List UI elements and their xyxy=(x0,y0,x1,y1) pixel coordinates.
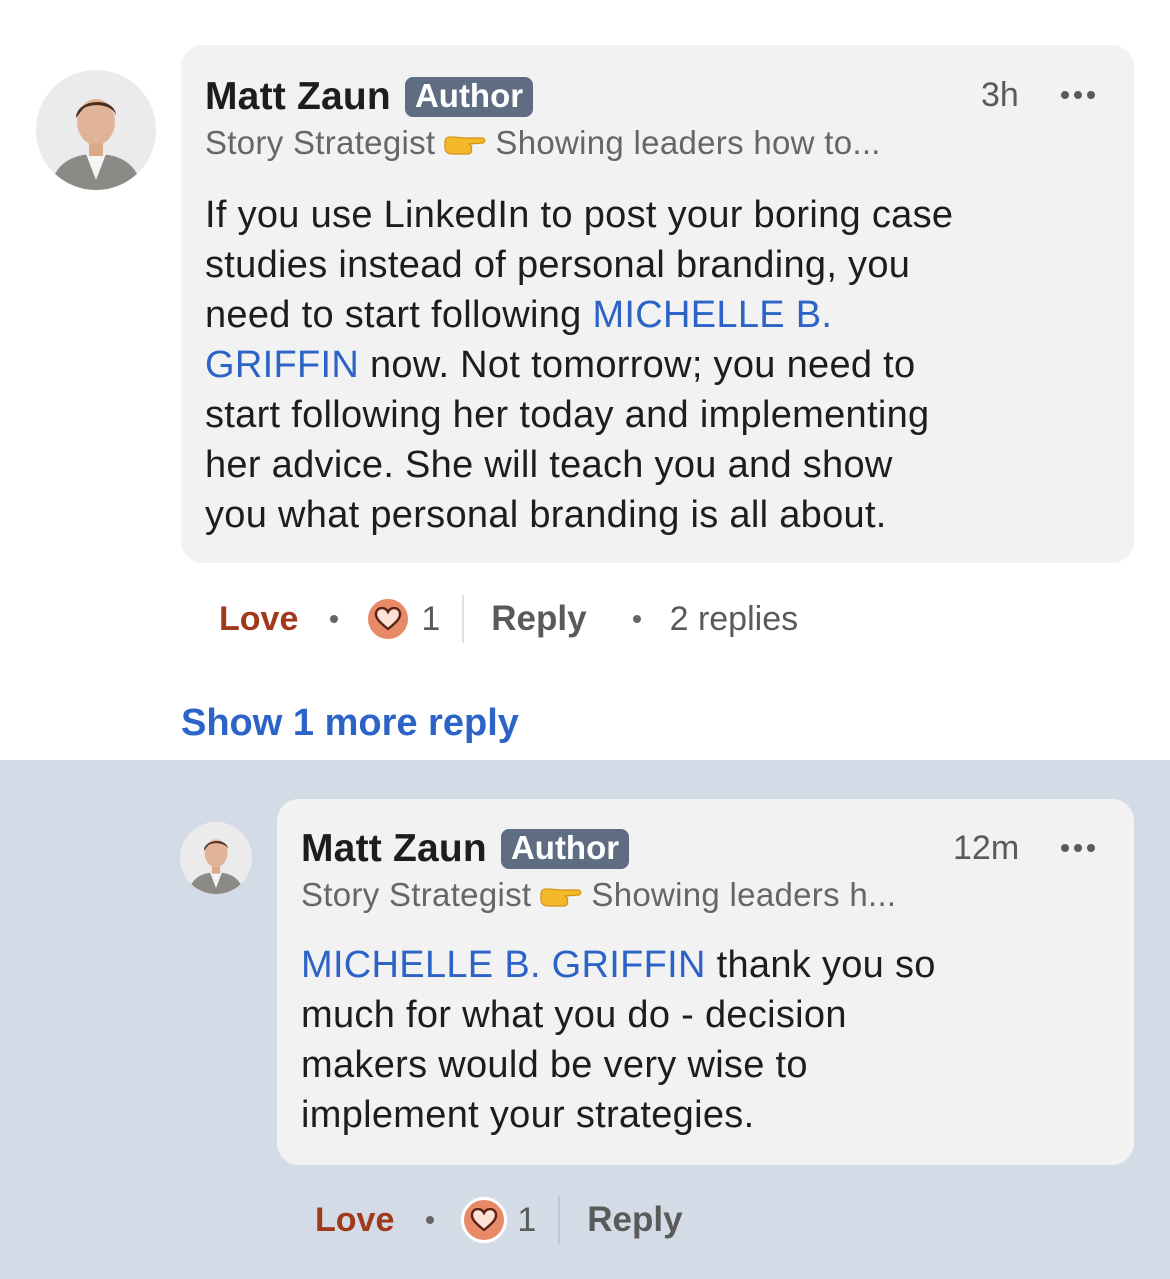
reply-button[interactable]: Reply xyxy=(491,599,586,639)
mention-link[interactable]: MICHELLE B. GRIFFIN xyxy=(301,944,706,986)
author-badge: Author xyxy=(404,77,534,117)
more-options-button[interactable] xyxy=(1061,91,1095,99)
separator-dot xyxy=(426,1216,435,1224)
author-name[interactable]: Matt Zaun xyxy=(205,75,391,119)
avatar-photo-icon xyxy=(180,822,252,894)
author-badge: Author xyxy=(500,829,630,869)
reply-text: MICHELLE B. GRIFFIN thank you so much fo… xyxy=(301,944,936,1136)
comment-text: If you use LinkedIn to post your boring … xyxy=(205,194,954,536)
love-reaction-button[interactable]: Love xyxy=(315,1201,394,1240)
reply-actions: Love 1 Reply xyxy=(315,1195,683,1245)
love-reaction-button[interactable]: Love xyxy=(219,600,298,639)
author-headline: Story Strategist Showing leaders h... xyxy=(301,876,896,918)
show-more-replies-link[interactable]: Show 1 more reply xyxy=(181,702,519,745)
divider xyxy=(558,1196,561,1244)
more-icon xyxy=(1061,844,1069,852)
avatar[interactable] xyxy=(180,822,252,894)
backhand-index-pointing-right-icon xyxy=(443,128,487,166)
reply-button[interactable]: Reply xyxy=(587,1200,682,1240)
heart-icon[interactable] xyxy=(461,1197,508,1243)
avatar[interactable] xyxy=(36,70,156,190)
comment-header: Matt Zaun Author xyxy=(205,75,534,119)
headline-suffix: Showing leaders how to... xyxy=(495,124,881,161)
more-icon xyxy=(1061,91,1069,99)
author-name[interactable]: Matt Zaun xyxy=(301,827,487,871)
mention-link[interactable]: MICHELLE B. xyxy=(592,294,832,336)
headline-prefix: Story Strategist xyxy=(205,124,436,161)
divider xyxy=(462,595,465,643)
timestamp: 3h xyxy=(981,76,1019,114)
reaction-count[interactable]: 1 xyxy=(421,600,440,639)
reply-header: Matt Zaun Author xyxy=(301,827,630,871)
separator-dot xyxy=(330,615,339,623)
avatar-photo-icon xyxy=(36,70,156,190)
reply-bubble: Matt Zaun Author 12m Story Strategist Sho… xyxy=(277,799,1134,1165)
backhand-index-pointing-right-icon xyxy=(539,880,583,918)
reaction-count[interactable]: 1 xyxy=(517,1201,536,1240)
headline-suffix: Showing leaders h... xyxy=(591,876,897,913)
more-options-button[interactable] xyxy=(1061,844,1095,852)
separator-dot xyxy=(632,615,641,623)
heart-icon[interactable] xyxy=(365,596,412,642)
mention-link[interactable]: GRIFFIN xyxy=(205,344,359,386)
timestamp: 12m xyxy=(953,829,1020,867)
headline-prefix: Story Strategist xyxy=(301,876,532,913)
comment-bubble: Matt Zaun Author 3h Story Strategist Show… xyxy=(181,45,1134,563)
comment-actions: Love 1 Reply 2 replies xyxy=(219,594,798,644)
replies-count[interactable]: 2 replies xyxy=(670,600,799,639)
author-headline: Story Strategist Showing leaders how to..… xyxy=(205,124,881,166)
